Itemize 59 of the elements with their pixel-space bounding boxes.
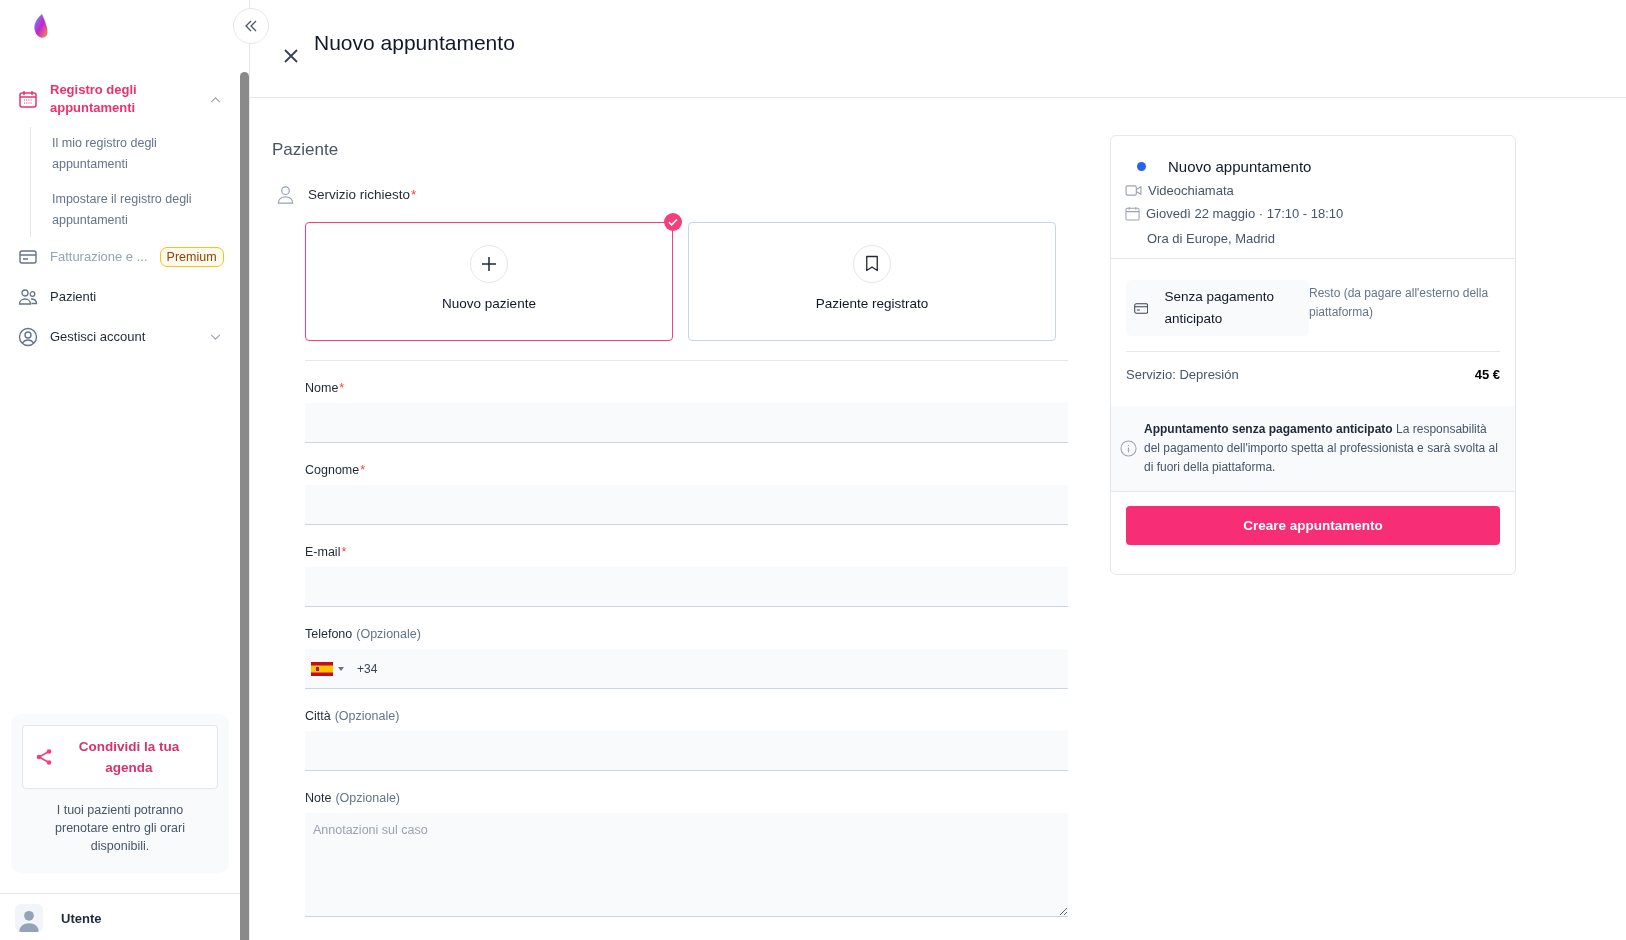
- status-dot: [1137, 162, 1146, 171]
- collapse-sidebar-button[interactable]: [233, 8, 269, 44]
- caret-icon: [338, 666, 344, 671]
- plus-icon: [481, 255, 497, 272]
- call-type: Videochiamata: [1148, 183, 1234, 198]
- notes-field[interactable]: Annotazioni sul caso: [305, 813, 1068, 917]
- chevron-icon: [210, 95, 221, 103]
- option-card[interactable]: Nuovo paziente: [305, 222, 673, 341]
- nav-item[interactable]: Gestisci account: [18, 317, 233, 357]
- field-label: Telefono (Opzionale): [305, 627, 422, 641]
- user-name: Utente: [61, 910, 102, 926]
- card-icon: [18, 247, 38, 267]
- summary-title: Nuovo appuntamento: [1168, 158, 1312, 175]
- card-icon: [1134, 300, 1149, 316]
- input-field[interactable]: [305, 403, 1068, 443]
- chevrons-left-icon: [244, 19, 258, 33]
- input-field[interactable]: [305, 731, 1068, 771]
- chevron-icon: [210, 333, 221, 341]
- user-circle-icon: [18, 327, 38, 347]
- field-label: Nome*: [305, 381, 346, 395]
- nav-subitem[interactable]: Impostare il registro degli appuntamenti: [52, 189, 202, 231]
- service-name: Servizio: Depresión: [1126, 367, 1239, 382]
- input-field[interactable]: [305, 485, 1068, 525]
- premium-badge: Premium: [159, 247, 224, 267]
- option-card[interactable]: Paziente registrato: [688, 222, 1056, 341]
- info-icon: [1120, 440, 1137, 457]
- share-button[interactable]: Condividi la tua agenda: [22, 725, 218, 789]
- price: 45 €: [1474, 367, 1500, 382]
- field-label: Cognome*: [305, 463, 367, 477]
- close-icon[interactable]: [284, 48, 298, 63]
- create-appointment-button[interactable]: Creare appuntamento: [1126, 506, 1500, 545]
- calendar-icon: [1125, 206, 1140, 221]
- person-icon: [276, 185, 295, 204]
- scrollbar[interactable]: [240, 72, 249, 940]
- field-label: Note (Opzionale): [305, 791, 402, 805]
- avatar-icon: [15, 904, 43, 932]
- video-camera-icon: [1125, 184, 1142, 197]
- people-icon: [18, 287, 38, 307]
- share-icon: [35, 748, 53, 766]
- nav-item[interactable]: Pazienti: [18, 277, 233, 317]
- info-message: Appuntamento senza pagamento anticipato La responsabilità del pagamento dell'importo spetta al professionista e sarà svolta al di fuori della piattaforma.: [1144, 421, 1499, 476]
- field-label: Città (Opzionale): [305, 709, 401, 723]
- check-icon: [664, 213, 682, 231]
- calendar-icon: [18, 89, 38, 109]
- section-title: Paziente: [272, 140, 340, 160]
- appointment-date: Giovedì 22 maggio · 17:10 - 18:10: [1146, 206, 1344, 221]
- nav-subitem[interactable]: Il mio registro degli appuntamenti: [52, 133, 202, 175]
- bookmark-icon: [865, 255, 879, 272]
- share-description: I tuoi pazienti potranno prenotare entro gli orari disponibili.: [54, 802, 186, 855]
- phone-field[interactable]: +34: [305, 649, 1068, 689]
- nav-item[interactable]: Registro degli appuntamenti: [18, 71, 233, 127]
- flag-icon: [311, 661, 333, 676]
- payment-method: Senza pagamento anticipato: [1126, 280, 1309, 336]
- input-field[interactable]: [305, 567, 1068, 607]
- field-label: Servizio richiesto*: [308, 187, 417, 202]
- timezone: Ora di Europe, Madrid: [1147, 231, 1275, 246]
- page-title: Nuovo appuntamento: [314, 30, 515, 55]
- payment-note: Resto (da pagare all'esterno della piattaforma): [1309, 285, 1490, 321]
- field-label: E-mail*: [305, 545, 348, 559]
